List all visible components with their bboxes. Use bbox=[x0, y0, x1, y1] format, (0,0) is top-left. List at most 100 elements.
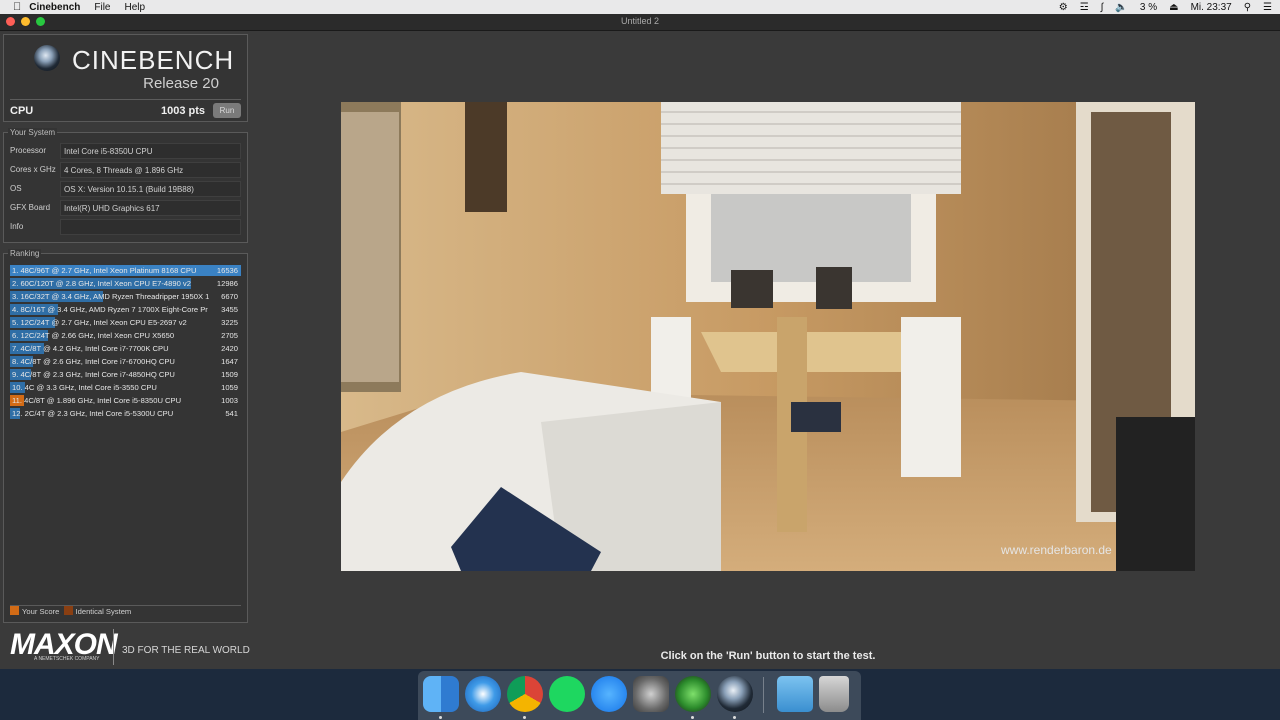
vpn-icon[interactable]: ⚙ bbox=[1059, 2, 1068, 13]
ranking-row[interactable]: 3. 16C/32T @ 3.4 GHz, AMD Ryzen Threadri… bbox=[10, 290, 241, 303]
menu-bar:  Cinebench File Help ⚙ ☲ ∫ 🔈 3 % ⏏ Mi. … bbox=[0, 0, 1280, 14]
cinebench-logo-icon bbox=[34, 45, 60, 71]
ranking-panel: Ranking 1. 48C/96T @ 2.7 GHz, Intel Xeon… bbox=[3, 249, 248, 623]
ranking-row[interactable]: 11. 4C/8T @ 1.896 GHz, Intel Core i5-835… bbox=[10, 394, 241, 407]
safari-icon[interactable] bbox=[465, 676, 501, 712]
your-system-panel: Your System Processor Intel Core i5-8350… bbox=[3, 128, 248, 243]
apple-menu-icon[interactable]:  bbox=[13, 1, 21, 13]
ranking-label: 10. 4C @ 3.3 GHz, Intel Core i5-3550 CPU bbox=[12, 383, 157, 392]
ranking-score: 2420 bbox=[221, 344, 238, 353]
run-button[interactable]: Run bbox=[213, 103, 241, 118]
cinebench-header: CINEBENCH Release 20 CPU 1003 pts Run bbox=[3, 34, 248, 122]
info-field[interactable] bbox=[60, 219, 241, 235]
brand-divider bbox=[113, 629, 114, 665]
ranking-row[interactable]: 12. 2C/4T @ 2.3 GHz, Intel Core i5-5300U… bbox=[10, 407, 241, 420]
ranking-row[interactable]: 1. 48C/96T @ 2.7 GHz, Intel Xeon Platinu… bbox=[10, 264, 241, 277]
ranking-score: 1509 bbox=[221, 370, 238, 379]
clover-running-dot bbox=[691, 716, 694, 719]
finder-running-dot bbox=[439, 716, 442, 719]
menu-app-name[interactable]: Cinebench bbox=[29, 2, 80, 13]
legend-your-score: Your Score bbox=[22, 607, 60, 616]
volume-icon[interactable]: 🔈 bbox=[1115, 2, 1127, 13]
ranking-label: 5. 12C/24T @ 2.7 GHz, Intel Xeon CPU E5-… bbox=[12, 318, 187, 327]
ranking-row[interactable]: 2. 60C/120T @ 2.8 GHz, Intel Xeon CPU E7… bbox=[10, 277, 241, 290]
app-store-icon[interactable] bbox=[591, 676, 627, 712]
ranking-label: 8. 4C/8T @ 2.6 GHz, Intel Core i7-6700HQ… bbox=[12, 357, 175, 366]
menu-help[interactable]: Help bbox=[125, 2, 146, 13]
ranking-score: 3225 bbox=[221, 318, 238, 327]
cinebench-icon[interactable] bbox=[717, 676, 753, 712]
release-label: Release 20 bbox=[143, 75, 219, 92]
finder-icon[interactable] bbox=[423, 676, 459, 712]
ranking-row[interactable]: 9. 4C/8T @ 2.3 GHz, Intel Core i7-4850HQ… bbox=[10, 368, 241, 381]
ranking-score: 3455 bbox=[221, 305, 238, 314]
cpu-label: CPU bbox=[10, 105, 34, 117]
ranking-label: 12. 2C/4T @ 2.3 GHz, Intel Core i5-5300U… bbox=[12, 409, 174, 418]
ranking-heading: Ranking bbox=[8, 249, 42, 258]
spotlight-icon[interactable]: ⚲ bbox=[1244, 2, 1251, 13]
room-scene: www.renderbaron.de bbox=[341, 102, 1195, 571]
ranking-row[interactable]: 6. 12C/24T @ 2.66 GHz, Intel Xeon CPU X5… bbox=[10, 329, 241, 342]
sys-key: Processor bbox=[10, 146, 47, 155]
cpu-score: 1003 pts bbox=[160, 105, 205, 117]
ranking-score: 12986 bbox=[216, 279, 238, 288]
ranking-score: 16536 bbox=[216, 266, 238, 275]
eject-icon[interactable]: ⏏ bbox=[1169, 2, 1178, 13]
battery-percent[interactable]: 3 % bbox=[1140, 2, 1157, 13]
sys-value: Intel Core i5-8350U CPU bbox=[60, 143, 241, 159]
sys-row-info: Info bbox=[10, 219, 241, 235]
ranking-list: 1. 48C/96T @ 2.7 GHz, Intel Xeon Platinu… bbox=[10, 264, 241, 420]
sys-key: Info bbox=[10, 222, 24, 231]
downloads-folder-icon[interactable] bbox=[777, 676, 813, 712]
cinebench-window: CINEBENCH Release 20 CPU 1003 pts Run Yo… bbox=[0, 31, 1280, 669]
ranking-label: 11. 4C/8T @ 1.896 GHz, Intel Core i5-835… bbox=[12, 396, 182, 405]
your-system-heading: Your System bbox=[8, 128, 58, 137]
ranking-score: 2705 bbox=[221, 331, 238, 340]
chrome-running-dot bbox=[523, 716, 526, 719]
ranking-legend: Your Score Identical System bbox=[10, 605, 241, 620]
ranking-row[interactable]: 10. 4C @ 3.3 GHz, Intel Core i5-3550 CPU… bbox=[10, 381, 241, 394]
sys-key: Cores x GHz bbox=[10, 165, 56, 174]
ranking-row[interactable]: 4. 8C/16T @ 3.4 GHz, AMD Ryzen 7 1700X E… bbox=[10, 303, 241, 316]
ranking-label: 1. 48C/96T @ 2.7 GHz, Intel Xeon Platinu… bbox=[12, 266, 197, 275]
maxon-tagline: 3D FOR THE REAL WORLD bbox=[122, 645, 250, 656]
your-score-swatch bbox=[10, 606, 19, 615]
legend-identical-system: Identical System bbox=[75, 607, 132, 616]
ranking-label: 7. 4C/8T @ 4.2 GHz, Intel Core i7-7700K … bbox=[12, 344, 169, 353]
ranking-score: 6670 bbox=[221, 292, 238, 301]
ranking-score: 1003 bbox=[221, 396, 238, 405]
brand-title: CINEBENCH bbox=[72, 45, 235, 75]
sys-row-processor: Processor Intel Core i5-8350U CPU bbox=[10, 143, 241, 159]
sys-row-gfx: GFX Board Intel(R) UHD Graphics 617 bbox=[10, 200, 241, 216]
sys-key: GFX Board bbox=[10, 203, 51, 212]
clock[interactable]: Mi. 23:37 bbox=[1191, 2, 1232, 13]
dock-separator bbox=[763, 677, 764, 713]
ranking-row[interactable]: 8. 4C/8T @ 2.6 GHz, Intel Core i7-6700HQ… bbox=[10, 355, 241, 368]
clover-icon[interactable] bbox=[675, 676, 711, 712]
sys-value: 4 Cores, 8 Threads @ 1.896 GHz bbox=[60, 162, 241, 178]
bluetooth-icon[interactable]: ∫ bbox=[1101, 2, 1104, 13]
trash-icon[interactable] bbox=[819, 676, 849, 712]
ranking-row[interactable]: 5. 12C/24T @ 2.7 GHz, Intel Xeon CPU E5-… bbox=[10, 316, 241, 329]
cpu-score-row: CPU 1003 pts Run bbox=[10, 99, 241, 120]
identical-system-swatch bbox=[63, 606, 73, 615]
wifi-icon[interactable]: ☲ bbox=[1080, 2, 1089, 13]
ranking-score: 1059 bbox=[221, 383, 238, 392]
system-preferences-icon[interactable] bbox=[633, 676, 669, 712]
spotify-icon[interactable] bbox=[549, 676, 585, 712]
sys-row-os: OS OS X: Version 10.15.1 (Build 19B88) bbox=[10, 181, 241, 197]
sys-key: OS bbox=[10, 184, 22, 193]
notification-center-icon[interactable]: ☰ bbox=[1263, 2, 1272, 13]
window-titlebar: Untitled 2 bbox=[0, 14, 1280, 31]
status-area: ⚙ ☲ ∫ 🔈 3 % ⏏ Mi. 23:37 ⚲ ☰ bbox=[1059, 2, 1272, 13]
ranking-label: 3. 16C/32T @ 3.4 GHz, AMD Ryzen Threadri… bbox=[12, 292, 210, 301]
ranking-label: 9. 4C/8T @ 2.3 GHz, Intel Core i7-4850HQ… bbox=[12, 370, 175, 379]
render-watermark: www.renderbaron.de bbox=[1000, 543, 1112, 557]
window-title: Untitled 2 bbox=[620, 16, 660, 26]
menu-file[interactable]: File bbox=[94, 2, 110, 13]
ranking-label: 4. 8C/16T @ 3.4 GHz, AMD Ryzen 7 1700X E… bbox=[12, 305, 208, 314]
chrome-icon[interactable] bbox=[507, 676, 543, 712]
ranking-score: 1647 bbox=[221, 357, 238, 366]
cinebench-running-dot bbox=[733, 716, 736, 719]
ranking-row[interactable]: 7. 4C/8T @ 4.2 GHz, Intel Core i7-7700K … bbox=[10, 342, 241, 355]
